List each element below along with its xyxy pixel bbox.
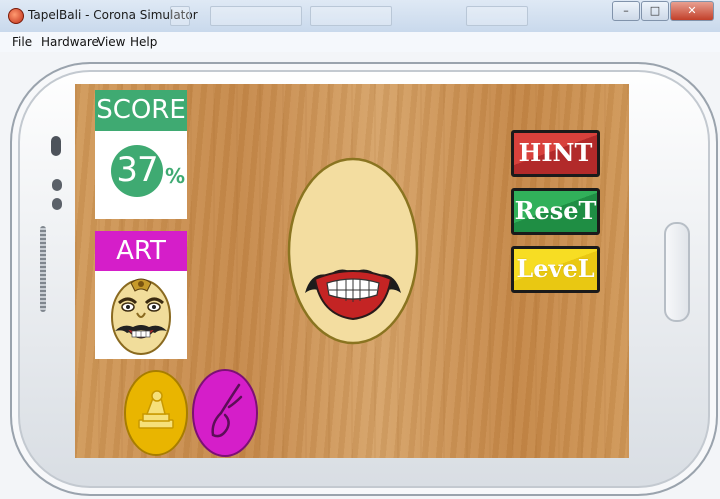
mask-canvas[interactable] bbox=[285, 155, 421, 347]
window-titlebar[interactable]: TapelBali - Corona Simulator – □ ✕ bbox=[0, 0, 720, 33]
sensor-icon bbox=[52, 198, 62, 210]
art-panel: ART bbox=[95, 231, 187, 359]
art-title: ART bbox=[95, 231, 187, 271]
maximize-button[interactable]: □ bbox=[641, 1, 669, 21]
toolbar-ghost-icon bbox=[210, 6, 302, 26]
stamp-tool-button[interactable] bbox=[123, 368, 189, 458]
speaker-grille bbox=[40, 226, 46, 312]
camera-icon bbox=[51, 136, 61, 156]
menu-help[interactable]: Help bbox=[130, 35, 157, 49]
mask-reference-image bbox=[111, 278, 171, 355]
sensor-icon bbox=[52, 179, 62, 191]
reset-button[interactable]: ReseT bbox=[511, 188, 600, 235]
toolbar-ghost-icon bbox=[310, 6, 392, 26]
score-panel: SCORE 37 % bbox=[95, 90, 187, 219]
close-button[interactable]: ✕ bbox=[670, 1, 714, 21]
corona-app-icon bbox=[8, 8, 24, 24]
score-title: SCORE bbox=[95, 90, 187, 131]
level-button[interactable]: LeveL bbox=[511, 246, 600, 293]
minimize-button[interactable]: – bbox=[612, 1, 640, 21]
hint-button[interactable]: HINT bbox=[511, 130, 600, 177]
menu-file[interactable]: File bbox=[12, 35, 32, 49]
menu-bar: File Hardware View Help bbox=[0, 32, 720, 53]
home-button[interactable] bbox=[664, 222, 690, 322]
window-controls: – □ ✕ bbox=[611, 1, 714, 21]
game-screen[interactable]: SCORE 37 % ART HINT ReseT LeveL bbox=[75, 84, 629, 458]
toolbar-ghost-icon bbox=[466, 6, 528, 26]
menu-hardware[interactable]: Hardware bbox=[41, 35, 99, 49]
brush-tool-button[interactable] bbox=[191, 367, 259, 458]
score-value: 37 bbox=[116, 150, 158, 190]
menu-view[interactable]: View bbox=[97, 35, 125, 49]
score-unit: % bbox=[165, 164, 186, 188]
toolbar-ghost-icon bbox=[170, 6, 190, 26]
